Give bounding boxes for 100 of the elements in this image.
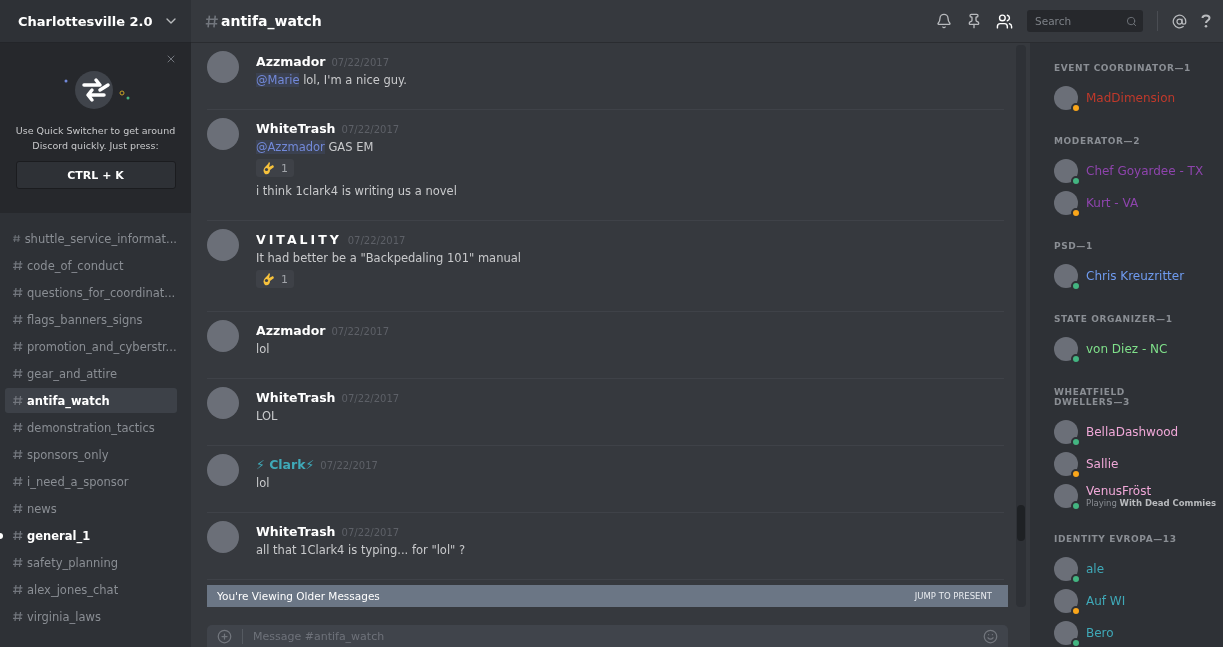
channel-title: antifa_watch — [221, 13, 322, 29]
channel-name: promotion_and_cyberstr... — [27, 339, 177, 354]
member-avatar[interactable] — [1054, 557, 1078, 581]
author-name[interactable]: WhiteTrash — [256, 121, 336, 136]
hash-icon — [13, 422, 23, 433]
channel-item[interactable]: safety_planning — [5, 550, 177, 575]
message-text: LOL — [256, 408, 279, 425]
channel-name: antifa_watch — [27, 393, 110, 408]
search-icon — [1126, 15, 1137, 27]
hash-icon — [13, 260, 23, 271]
author-name[interactable]: VITALITY — [256, 232, 342, 247]
member-name[interactable]: Chris Kreuzritter — [1086, 269, 1185, 283]
reaction-count: 1 — [281, 161, 288, 175]
channel-item[interactable]: alex_jones_chat — [5, 577, 177, 602]
member-avatar[interactable] — [1054, 337, 1078, 361]
bell-icon[interactable] — [936, 13, 952, 29]
channel-name: general_1 — [27, 528, 91, 543]
search-input[interactable]: Search — [1033, 14, 1126, 28]
channel-name: virginia_laws — [27, 609, 101, 624]
channel-item[interactable]: promotion_and_cyberstr... — [5, 334, 177, 359]
member-name[interactable]: von Diez - NC — [1086, 342, 1168, 356]
channel-item[interactable]: code_of_conduct — [5, 253, 177, 278]
scrollbar-track[interactable] — [1016, 45, 1026, 607]
jump-to-present-button[interactable]: JUMP TO PRESENT — [908, 590, 998, 602]
member-name[interactable]: BellaDashwood — [1086, 425, 1179, 439]
mention-link[interactable]: @Azzmador — [256, 140, 325, 154]
member-name[interactable]: MadDimension — [1086, 91, 1176, 105]
reaction-button[interactable]: 1 — [256, 270, 294, 288]
role-heading: STATE ORGANIZER—1 — [1054, 314, 1174, 324]
members-icon[interactable] — [996, 12, 1013, 30]
hash-icon — [13, 287, 23, 298]
pin-icon[interactable] — [966, 13, 982, 29]
channel-name: i_need_a_sponsor — [27, 474, 129, 489]
role-heading: IDENTITY EVROPA—13 — [1054, 534, 1178, 544]
member-name[interactable]: ale — [1086, 562, 1105, 576]
mention-icon[interactable] — [1172, 13, 1187, 29]
member-activity: Playing With Dead Commies — [1086, 498, 1217, 508]
server-name[interactable]: Charlottesville 2.0 — [18, 13, 153, 29]
member-name[interactable]: Kurt - VA — [1086, 196, 1139, 210]
message-text: i think 1clark4 is writing us a novel — [256, 183, 457, 200]
channel-item[interactable]: shuttle_service_informat... — [5, 226, 177, 251]
author-name[interactable]: WhiteTrash — [256, 524, 336, 539]
hash-icon — [13, 476, 23, 487]
author-name[interactable]: Azzmador — [256, 54, 326, 69]
message-text: @Azzmador GAS EM — [256, 139, 375, 156]
channel-name: shuttle_service_informat... — [24, 231, 177, 246]
hash-icon — [13, 449, 23, 460]
channel-name: sponsors_only — [27, 447, 109, 462]
member-name[interactable]: Bero — [1086, 626, 1114, 640]
hash-icon — [13, 368, 23, 379]
channel-item[interactable]: gear_and_attire — [5, 361, 177, 386]
hash-icon — [13, 314, 23, 325]
member-name[interactable]: Auf WI — [1086, 594, 1126, 608]
channel-item[interactable]: general_1 — [5, 523, 177, 548]
help-icon[interactable] — [1201, 14, 1211, 28]
member-avatar[interactable] — [1054, 159, 1078, 183]
hash-icon — [13, 233, 21, 244]
scrollbar-thumb[interactable] — [1017, 505, 1025, 541]
channel-name: flags_banners_signs — [27, 312, 143, 327]
member-avatar[interactable] — [1054, 264, 1078, 288]
search-field[interactable]: Search — [1027, 10, 1143, 32]
quick-switcher-text: Use Quick Switcher to get around Discord quickly. Just press: — [14, 124, 177, 153]
channel-item[interactable]: flags_banners_signs — [5, 307, 177, 332]
close-icon[interactable] — [165, 53, 177, 65]
author-name[interactable]: WhiteTrash — [256, 390, 336, 405]
channel-name: questions_for_coordinat... — [27, 285, 176, 300]
member-avatar[interactable] — [1054, 621, 1078, 645]
channel-name: safety_planning — [27, 555, 119, 570]
member-name[interactable]: Chef Goyardee - TX — [1086, 164, 1204, 178]
channel-item[interactable]: demonstration_tactics — [5, 415, 177, 440]
message-text: @Marie lol, I'm a nice guy. — [256, 72, 407, 89]
member-avatar[interactable] — [1054, 589, 1078, 613]
channel-name: demonstration_tactics — [27, 420, 155, 435]
author-name[interactable]: ⚡ Clark⚡ — [256, 457, 315, 472]
channel-name: news — [27, 501, 57, 516]
channel-item[interactable]: sponsors_only — [5, 442, 177, 467]
shortcut-button[interactable]: CTRL + K — [15, 161, 176, 189]
mention-link[interactable]: @Marie — [256, 73, 300, 87]
channel-item[interactable]: i_need_a_sponsor — [5, 469, 177, 494]
member-avatar[interactable] — [1054, 452, 1078, 476]
reaction-button[interactable]: 1 — [256, 159, 294, 177]
member-name[interactable]: Sallie — [1086, 457, 1119, 471]
channel-item[interactable]: antifa_watch — [5, 388, 177, 413]
member-name[interactable]: VenusFröst — [1086, 484, 1217, 498]
member-avatar[interactable] — [1054, 191, 1078, 215]
channel-name: gear_and_attire — [27, 366, 118, 381]
hash-icon — [13, 584, 23, 595]
channel-item[interactable]: virginia_laws — [5, 604, 177, 629]
message-text: lol — [256, 475, 271, 492]
channel-name: alex_jones_chat — [27, 582, 119, 597]
member-avatar[interactable] — [1054, 86, 1078, 110]
member-avatar[interactable] — [1054, 484, 1078, 508]
channel-item[interactable]: questions_for_coordinat... — [5, 280, 177, 305]
hash-icon — [13, 503, 23, 514]
hash-icon — [205, 13, 219, 29]
hash-icon — [13, 395, 23, 406]
message-text: It had better be a "Backpedaling 101" manual — [256, 250, 521, 267]
member-avatar[interactable] — [1054, 420, 1078, 444]
author-name[interactable]: Azzmador — [256, 323, 326, 338]
channel-item[interactable]: news — [5, 496, 177, 521]
